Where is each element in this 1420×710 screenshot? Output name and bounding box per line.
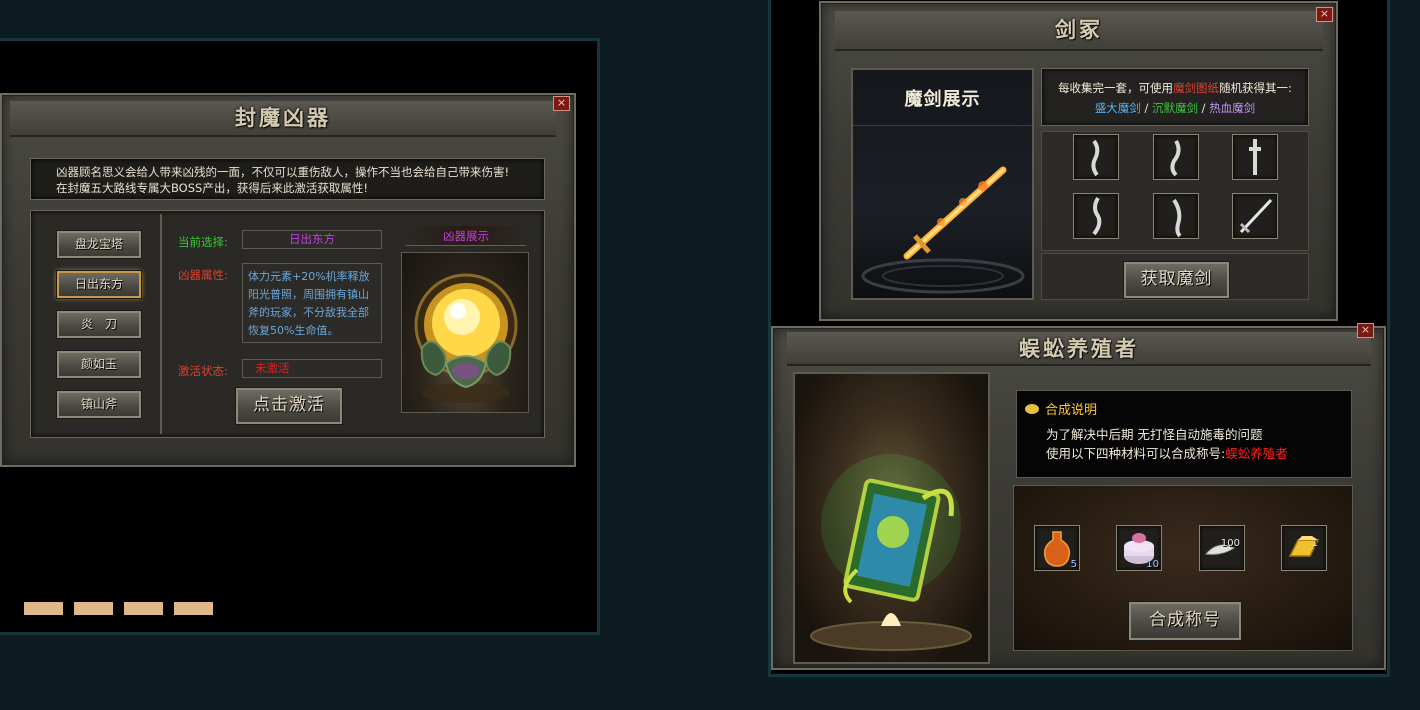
jianzhong-title-bar: 剑冢 <box>835 11 1323 51</box>
material-qty-4: 1 <box>1311 538 1318 549</box>
flaming-sword-icon <box>861 166 1025 294</box>
current-value: 日出东方 <box>242 230 382 249</box>
info-line1: 每收集完一套，可使用魔剑图纸随机获得其一: <box>1042 78 1308 98</box>
page-button-4[interactable] <box>174 602 213 615</box>
material-qty-3: 100 <box>1220 538 1240 549</box>
sword-name-1: 盛大魔剑 <box>1094 101 1141 115</box>
fragment-slot-3[interactable] <box>1232 134 1278 180</box>
weapon-label: 镇山斧 <box>80 397 117 411</box>
wugong-title-bar: 蜈蚣养殖者 <box>787 332 1371 366</box>
weapon-button-yandao[interactable]: 炎 刀 <box>57 311 141 338</box>
activate-button[interactable]: 点击激活 <box>236 388 342 424</box>
material-slot-4[interactable]: 1 <box>1281 525 1327 571</box>
fragment-slot-4[interactable] <box>1073 193 1119 239</box>
craft-line1: 为了解决中后期 无打怪自动施毒的问题 <box>1046 427 1263 442</box>
craft-title-label: 合成称号 <box>1149 610 1221 630</box>
attr-label: 凶器属性: <box>178 268 228 282</box>
craft-line2: 使用以下四种材料可以合成称号:蜈蚣养殖者 <box>1046 443 1288 462</box>
current-label: 当前选择: <box>178 235 228 249</box>
material-qty-1: 5 <box>1070 559 1077 570</box>
jianzhong-close-button[interactable]: × <box>1316 7 1333 22</box>
fengmo-desc-line1: 凶器顾名思义会给人带来凶残的一面，不仅可以重伤敌人，操作不当也会给自己带来伤害! <box>56 165 510 179</box>
sword-fragment-icon <box>1249 139 1261 175</box>
info-suffix: 随机获得其一: <box>1219 81 1292 95</box>
get-sword-label: 获取魔剑 <box>1140 269 1213 289</box>
section-title: 合成说明 <box>1045 403 1098 418</box>
sword-icon <box>1239 198 1273 234</box>
jianzhong-info-box: 每收集完一套，可使用魔剑图纸随机获得其一: 盛大魔剑 / 沉默魔剑 / 热血魔剑 <box>1041 68 1309 126</box>
gold-bar-icon <box>1288 536 1320 557</box>
section-header: 合成说明 <box>1025 399 1097 418</box>
fengmo-description-box: 凶器顾名思义会给人带来凶残的一面，不仅可以重伤敌人，操作不当也会给自己带来伤害!… <box>30 158 545 200</box>
page-button-1[interactable] <box>24 602 63 615</box>
info-prefix: 每收集完一套，可使用 <box>1058 81 1174 95</box>
fragment-slot-5[interactable] <box>1153 193 1199 239</box>
wugong-scene <box>793 372 990 664</box>
fengmo-title-bar: 封魔凶器 <box>10 101 556 137</box>
sword-fragment-icon <box>1170 139 1181 177</box>
wugong-close-button[interactable]: × <box>1357 323 1374 338</box>
sword-sep-1: / <box>1140 101 1152 115</box>
fengmo-desc-line2: 在封魔五大路线专属大BOSS产出，获得后来此激活获取属性! <box>56 181 368 195</box>
speech-bubble-icon <box>1025 403 1039 414</box>
sword-name-2: 沉默魔剑 <box>1152 101 1198 115</box>
sword-showcase-title: 魔剑展示 <box>904 89 981 110</box>
get-sword-button[interactable]: 获取魔剑 <box>1124 262 1229 298</box>
material-qty-2: 10 <box>1146 559 1159 570</box>
attr-text: 体力元素+20%机率释放阳光普照，周围拥有镇山斧的玩家，不分敌我全部恢复50%生… <box>242 263 382 343</box>
info-line2: 盛大魔剑 / 沉默魔剑 / 热血魔剑 <box>1042 98 1308 118</box>
sword-sep-2: / <box>1198 101 1210 115</box>
material-slot-1[interactable]: 5 <box>1034 525 1080 571</box>
craft-line2-highlight: 蜈蚣养殖者 <box>1225 446 1288 461</box>
title-card-icon <box>810 454 972 651</box>
page-button-3[interactable] <box>124 602 163 615</box>
status-label: 激活状态: <box>178 364 228 378</box>
jianzhong-panel: 剑冢 × 魔剑展示 每收集完一套，可使用魔剑图纸随机获得其一: 盛大魔剑 / 沉… <box>819 1 1338 321</box>
sword-showcase: 魔剑展示 <box>851 68 1034 300</box>
wugong-panel: 蜈蚣养殖者 × 合成说明 为了解决中后期 无打怪自动施毒的问题 使用以下四种材料… <box>771 323 1386 670</box>
weapon-button-richu[interactable]: 日出东方 <box>57 271 141 298</box>
craft-title-button[interactable]: 合成称号 <box>1129 602 1241 640</box>
golden-orb-icon <box>414 273 518 403</box>
sword-fragment-icon <box>1172 198 1182 238</box>
sword-name-3: 热血魔剑 <box>1209 101 1256 115</box>
craft-line2-prefix: 使用以下四种材料可以合成称号: <box>1046 446 1226 461</box>
weapon-button-zhenshan[interactable]: 镇山斧 <box>57 391 141 418</box>
weapon-button-yanruyu[interactable]: 颜如玉 <box>57 351 141 378</box>
status-value: 未激活 <box>242 359 382 378</box>
wugong-title: 蜈蚣养殖者 <box>1019 336 1139 361</box>
weapon-label: 颜如玉 <box>80 357 117 371</box>
pagination <box>24 602 224 616</box>
material-slot-3[interactable]: 100 <box>1199 525 1245 571</box>
info-highlight: 魔剑图纸 <box>1173 81 1220 95</box>
weapon-label: 日出东方 <box>74 277 123 291</box>
sword-fragment-icon <box>1092 196 1102 236</box>
weapon-label: 炎 刀 <box>80 317 117 331</box>
showcase-label: 凶器展示 <box>443 229 489 243</box>
craft-info-box: 合成说明 为了解决中后期 无打怪自动施毒的问题 使用以下四种材料可以合成称号:蜈… <box>1016 390 1352 478</box>
showcase-header: 凶器展示 <box>406 226 526 246</box>
page-button-2[interactable] <box>74 602 113 615</box>
fragment-slot-2[interactable] <box>1153 134 1199 180</box>
fengmo-title: 封魔凶器 <box>235 105 331 130</box>
fengmo-close-button[interactable]: × <box>553 96 570 111</box>
material-slot-2[interactable]: 10 <box>1116 525 1162 571</box>
weapon-button-panlong[interactable]: 盘龙宝塔 <box>57 231 141 258</box>
weapon-label: 盘龙宝塔 <box>74 237 123 251</box>
weapon-showcase-image <box>401 252 529 413</box>
activate-label: 点击激活 <box>253 395 325 415</box>
fragment-slot-6[interactable] <box>1232 193 1278 239</box>
fengmo-panel: 封魔凶器 × 凶器顾名思义会给人带来凶残的一面，不仅可以重伤敌人，操作不当也会给… <box>0 93 576 467</box>
jianzhong-title: 剑冢 <box>1055 17 1103 42</box>
sword-fragment-icon <box>1091 139 1100 177</box>
fragment-slot-1[interactable] <box>1073 134 1119 180</box>
